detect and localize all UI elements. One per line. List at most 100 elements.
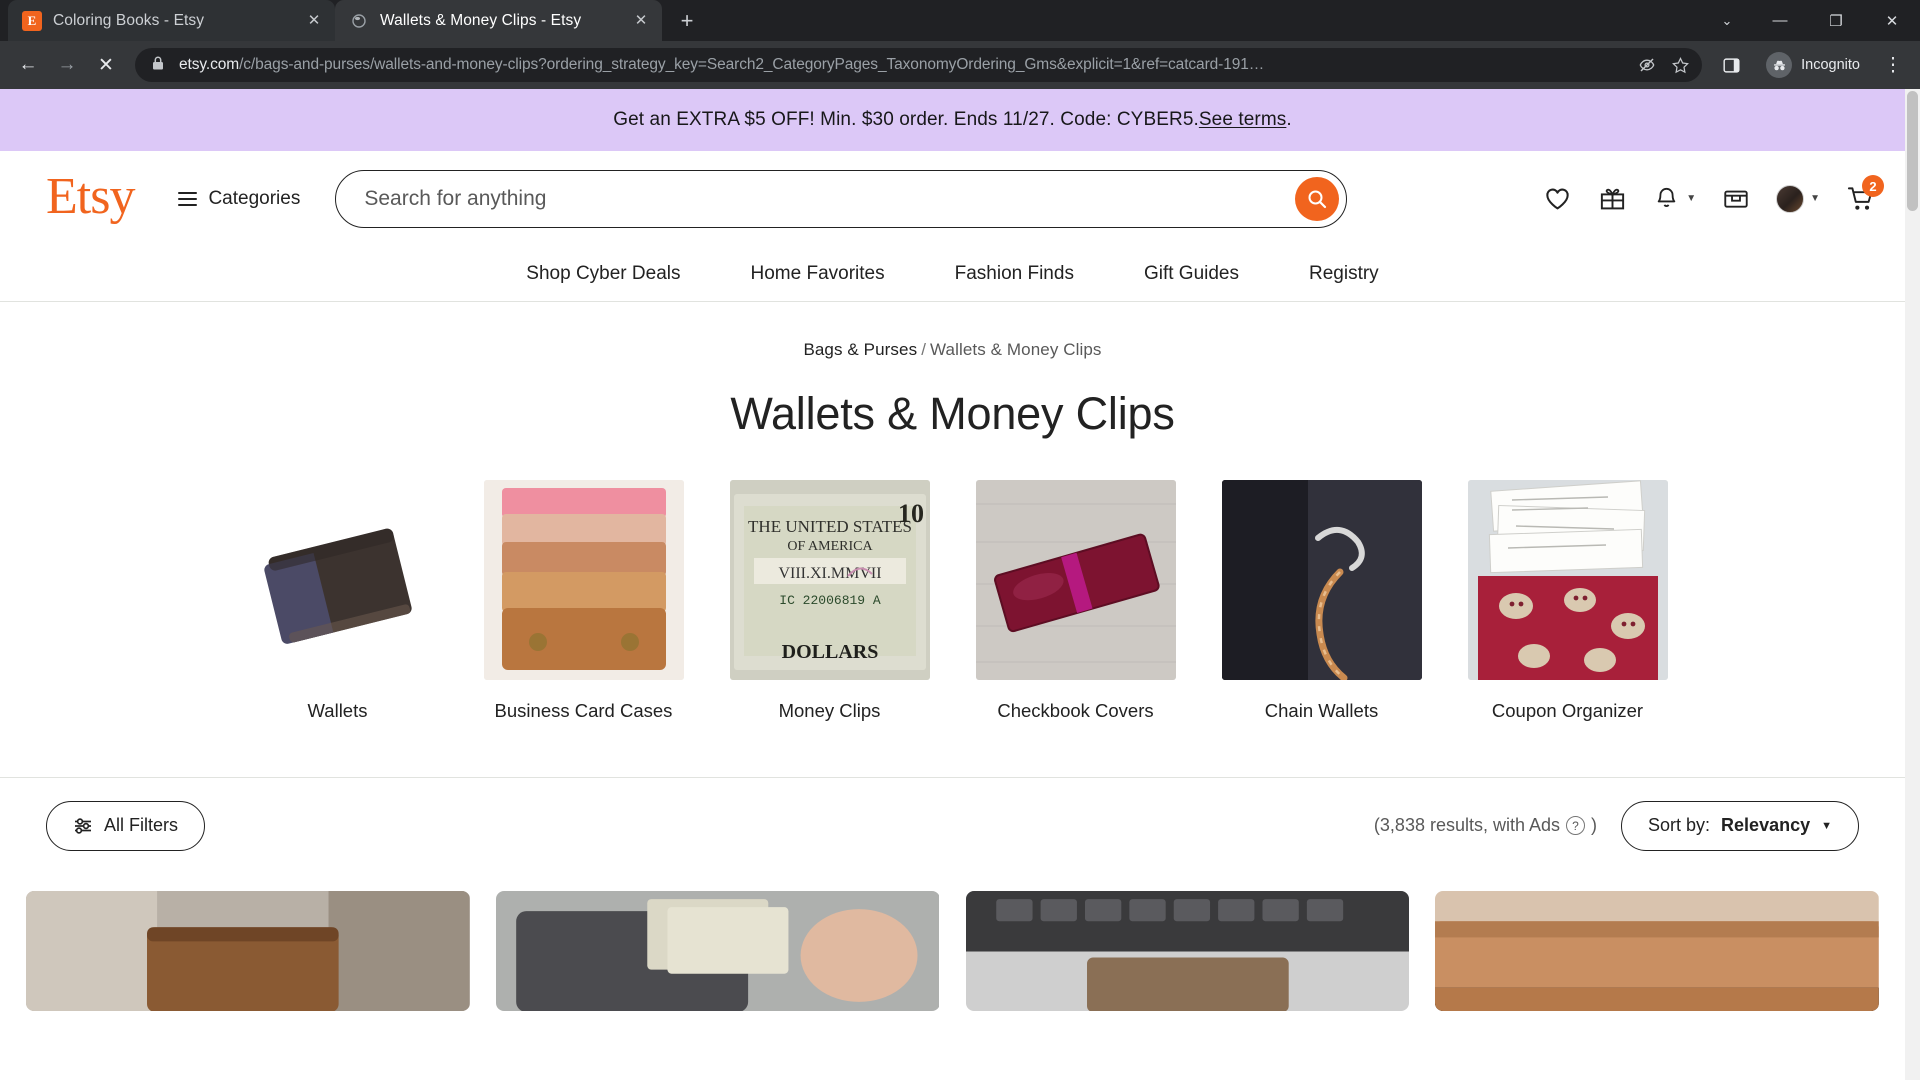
breadcrumb: Bags & Purses / Wallets & Money Clips	[0, 340, 1905, 360]
svg-text:THE UNITED STATES: THE UNITED STATES	[748, 517, 912, 536]
address-bar[interactable]: etsy.com/c/bags-and-purses/wallets-and-m…	[135, 48, 1703, 82]
category-thumbnail: THE UNITED STATES OF AMERICA VIII.XI.MMVII…	[729, 480, 930, 680]
category-tile-row: Wallets Business Card Cases THE UNITED S…	[0, 480, 1905, 722]
categories-button[interactable]: Categories	[178, 188, 300, 210]
browser-toolbar: ← → ✕ etsy.com/c/bags-and-purses/wallets…	[0, 41, 1920, 89]
category-tile-chain-wallets[interactable]: Chain Wallets	[1221, 480, 1422, 722]
svg-text:DOLLARS: DOLLARS	[781, 641, 878, 663]
page-favicon-icon	[349, 11, 369, 31]
profile-label: Incognito	[1801, 57, 1860, 73]
sort-by-value: Relevancy	[1721, 815, 1811, 835]
category-thumbnail	[975, 480, 1176, 680]
bookmark-star-icon[interactable]	[1671, 56, 1690, 75]
avatar	[1776, 184, 1805, 213]
chevron-down-icon: ▼	[1810, 193, 1820, 204]
incognito-avatar-icon	[1766, 52, 1793, 78]
url-domain: etsy.com	[179, 56, 240, 73]
url-text: etsy.com/c/bags-and-purses/wallets-and-m…	[179, 56, 1623, 74]
categories-label: Categories	[208, 187, 301, 209]
search-button[interactable]	[1295, 176, 1340, 221]
svg-text:IC 22006819 A: IC 22006819 A	[779, 593, 881, 608]
results-count-suffix: )	[1591, 815, 1598, 835]
page-title: Wallets & Money Clips	[730, 388, 1175, 439]
cart-count-badge: 2	[1862, 175, 1884, 197]
forward-button[interactable]: →	[49, 47, 85, 83]
browser-tab-1[interactable]: E Coloring Books - Etsy ✕	[8, 0, 335, 41]
category-tile-wallets[interactable]: Wallets	[237, 480, 438, 722]
nav-registry[interactable]: Registry	[1309, 263, 1379, 285]
nav-home-favorites[interactable]: Home Favorites	[751, 263, 885, 285]
sub-navigation: Shop Cyber Deals Home Favorites Fashion …	[0, 246, 1905, 302]
new-tab-button[interactable]: +	[670, 4, 704, 38]
tab-title: Coloring Books - Etsy	[53, 11, 205, 29]
category-tile-money-clips[interactable]: THE UNITED STATES OF AMERICA VIII.XI.MMVII…	[729, 480, 930, 722]
nav-fashion-finds[interactable]: Fashion Finds	[955, 263, 1074, 285]
tab-title: Wallets & Money Clips - Etsy	[380, 11, 582, 29]
category-label: Wallets	[307, 700, 368, 721]
svg-text:VIII.XI.MMVII: VIII.XI.MMVII	[778, 565, 881, 582]
sort-by-label: Sort by:	[1648, 815, 1711, 835]
results-count-text: (3,838 results, with Ads	[1373, 815, 1561, 835]
tracking-protection-icon[interactable]	[1637, 55, 1657, 75]
chevron-down-icon: ▼	[1686, 193, 1697, 204]
close-window-button[interactable]: ✕	[1864, 0, 1920, 41]
close-tab-icon[interactable]: ✕	[630, 10, 652, 32]
category-thumbnail	[1221, 480, 1422, 680]
hamburger-icon	[178, 191, 198, 206]
search-bar[interactable]	[335, 169, 1348, 228]
all-filters-label: All Filters	[104, 815, 179, 835]
back-button[interactable]: ←	[10, 47, 46, 83]
sort-by-dropdown[interactable]: Sort by: Relevancy ▼	[1621, 800, 1859, 851]
stop-loading-button[interactable]: ✕	[88, 47, 124, 83]
gift-icon[interactable]	[1598, 184, 1627, 213]
filter-sliders-icon	[75, 817, 91, 834]
account-avatar[interactable]: ▼	[1776, 184, 1820, 213]
side-panel-button[interactable]	[1713, 47, 1749, 83]
profile-incognito-button[interactable]: Incognito	[1760, 49, 1873, 81]
promo-text: Get an EXTRA $5 OFF! Min. $30 order. End…	[613, 109, 1199, 130]
category-label: Money Clips	[778, 700, 881, 721]
page-scrollbar[interactable]	[1905, 89, 1920, 1080]
nav-gift-guides[interactable]: Gift Guides	[1144, 263, 1239, 285]
etsy-logo[interactable]: Etsy	[46, 170, 135, 223]
category-label: Business Card Cases	[494, 700, 673, 721]
all-filters-button[interactable]: All Filters	[46, 800, 206, 851]
result-card[interactable]	[1435, 891, 1879, 1011]
page-viewport: Get an EXTRA $5 OFF! Min. $30 order. End…	[0, 89, 1920, 1080]
result-card[interactable]	[965, 891, 1410, 1011]
browser-window: E Coloring Books - Etsy ✕ Wallets & Mone…	[0, 0, 1920, 1080]
result-card[interactable]	[495, 891, 940, 1011]
notifications-bell-icon[interactable]: ▼	[1653, 185, 1696, 212]
tab-strip: E Coloring Books - Etsy ✕ Wallets & Mone…	[0, 0, 1920, 41]
svg-text:OF AMERICA: OF AMERICA	[787, 539, 873, 554]
search-input[interactable]	[364, 186, 1296, 211]
nav-shop-cyber-deals[interactable]: Shop Cyber Deals	[526, 263, 680, 285]
tab-search-chevron-icon[interactable]: ⌄	[1702, 0, 1752, 41]
see-terms-link[interactable]: See terms	[1199, 109, 1287, 131]
category-tile-coupon-organizer[interactable]: Coupon Organizer	[1467, 480, 1668, 722]
category-tile-business-card-cases[interactable]: Business Card Cases	[483, 480, 684, 722]
browser-tab-2[interactable]: Wallets & Money Clips - Etsy ✕	[335, 0, 662, 41]
breadcrumb-separator: /	[921, 340, 927, 359]
etsy-header: Etsy Categories Search for anything ▼ ▼ …	[0, 151, 1905, 246]
lock-icon	[151, 55, 167, 76]
results-grid	[0, 891, 1905, 1011]
help-question-icon[interactable]: ?	[1566, 816, 1586, 835]
cart-button[interactable]: 2	[1846, 175, 1884, 213]
result-card[interactable]	[26, 891, 470, 1011]
scrollbar-thumb[interactable]	[1907, 91, 1918, 211]
maximize-button[interactable]: ❐	[1808, 0, 1864, 41]
url-path: /c/bags-and-purses/wallets-and-money-cli…	[239, 56, 1265, 73]
etsy-favicon-icon: E	[22, 10, 42, 31]
favorites-heart-icon[interactable]	[1543, 184, 1572, 213]
messages-mail-icon[interactable]	[1722, 185, 1750, 213]
category-thumbnail	[483, 480, 684, 680]
breadcrumb-parent-link[interactable]: Bags & Purses	[803, 340, 917, 359]
close-tab-icon[interactable]: ✕	[303, 10, 325, 32]
svg-text:10: 10	[898, 499, 924, 528]
category-thumbnail	[1467, 480, 1668, 680]
minimize-button[interactable]: —	[1752, 0, 1808, 41]
browser-menu-button[interactable]: ⋮	[1876, 47, 1910, 83]
category-tile-checkbook-covers[interactable]: Checkbook Covers	[975, 480, 1176, 722]
main-content: Bags & Purses / Wallets & Money Clips Wall…	[0, 302, 1905, 1011]
